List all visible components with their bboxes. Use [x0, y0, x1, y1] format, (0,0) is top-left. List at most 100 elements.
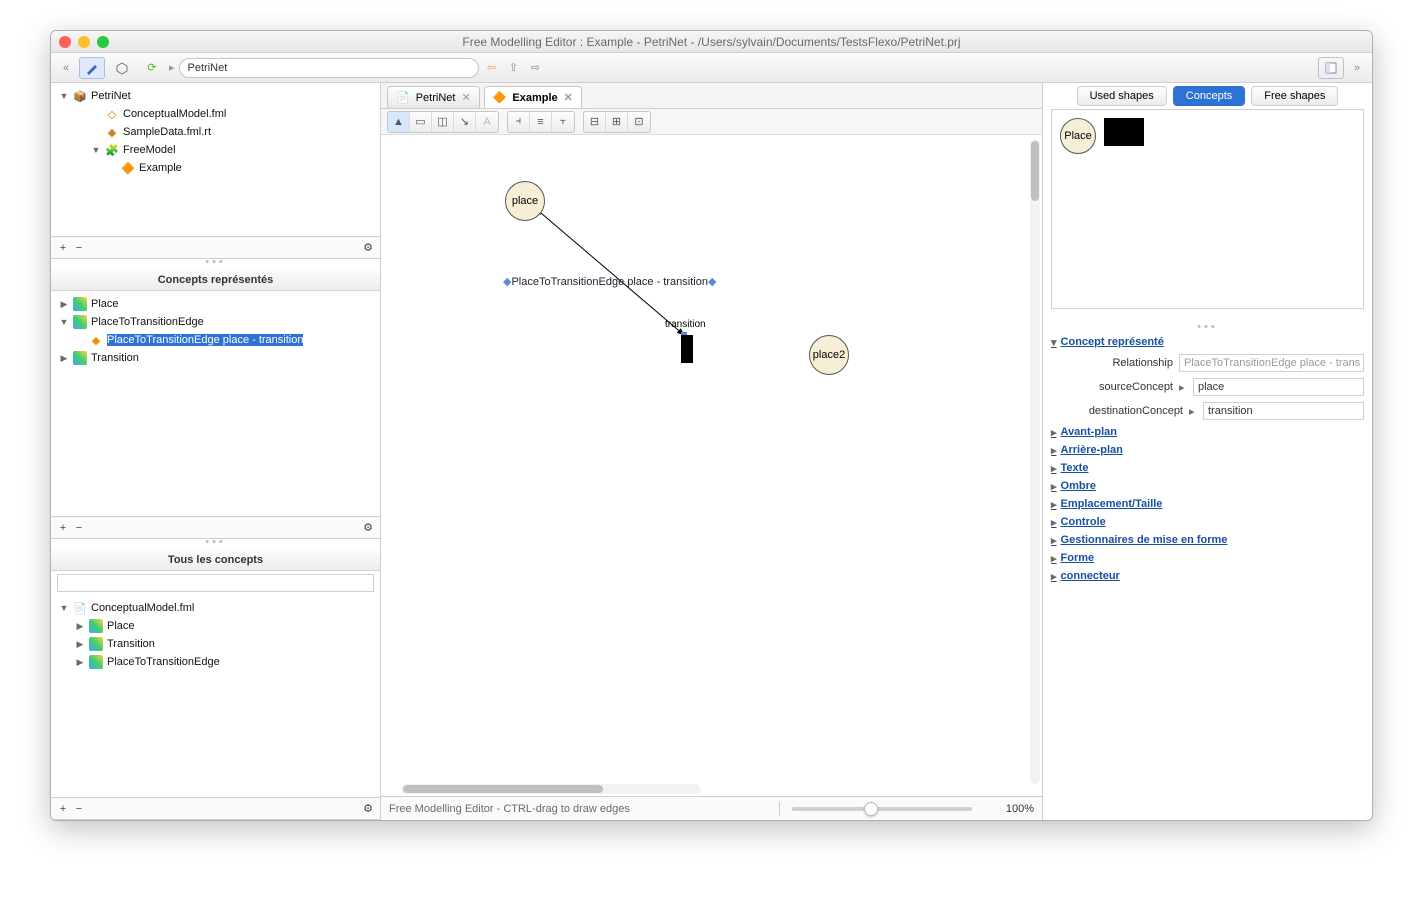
chevron-right-icon[interactable]: ▸ — [1051, 570, 1057, 583]
section-ombre[interactable]: ▸Ombre — [1051, 477, 1364, 495]
add-button[interactable]: + — [55, 242, 71, 254]
nav-forward-button[interactable]: ⇨ — [527, 59, 545, 77]
project-tree-body[interactable]: ▼ 📦 PetriNet ◇ConceptualModel.fml ◆Sampl… — [51, 83, 380, 237]
chevron-right-icon[interactable]: ▸ — [1179, 381, 1187, 394]
node-place[interactable]: place — [505, 181, 545, 221]
rect-select-tool-button[interactable]: ▭ — [410, 112, 432, 132]
concept-row-place[interactable]: ▶Place — [55, 295, 376, 313]
chevron-right-icon[interactable]: ▶ — [75, 621, 85, 632]
tree-row-freemodel[interactable]: ▼🧩FreeModel — [55, 141, 376, 159]
relationship-field[interactable]: PlaceToTransitionEdge place - trans — [1179, 354, 1364, 372]
source-concept-field[interactable]: place — [1193, 378, 1364, 396]
panel-grip[interactable]: ••• — [51, 539, 380, 549]
concept-row-edge-instance[interactable]: PlaceToTransitionEdge place - transition — [55, 331, 376, 349]
section-forme[interactable]: ▸Forme — [1051, 549, 1364, 567]
horizontal-scrollbar[interactable] — [401, 784, 701, 794]
remove-button[interactable]: − — [71, 522, 87, 534]
palette-tab-free[interactable]: Free shapes — [1251, 86, 1338, 106]
chevron-right-icon[interactable]: ▶ — [59, 353, 69, 364]
chevron-down-icon[interactable]: ▼ — [59, 317, 69, 327]
section-texte[interactable]: ▸Texte — [1051, 459, 1364, 477]
chevron-right-icon[interactable]: ▸ — [1189, 405, 1197, 418]
palette-tab-concepts[interactable]: Concepts — [1173, 86, 1245, 106]
tree-row[interactable]: ◆SampleData.fml.rt — [55, 123, 376, 141]
concept-row-edge[interactable]: ▼PlaceToTransitionEdge — [55, 313, 376, 331]
concept-row[interactable]: ▶PlaceToTransitionEdge — [55, 653, 376, 671]
chevron-right-icon[interactable]: ▸ — [1051, 498, 1057, 511]
chevron-right-icon[interactable]: ▸ — [1051, 552, 1057, 565]
tab-petrinet[interactable]: 📄 PetriNet ✕ — [387, 86, 480, 108]
edge-label[interactable]: ◆PlaceToTransitionEdge place - transitio… — [503, 275, 716, 288]
chevron-right-icon[interactable]: ▸ — [1051, 444, 1057, 457]
tree-row[interactable]: ◇ConceptualModel.fml — [55, 105, 376, 123]
tree-row-project[interactable]: ▼ 📦 PetriNet — [55, 87, 376, 105]
section-connecteur[interactable]: ▸connecteur — [1051, 567, 1364, 585]
chevron-right-icon[interactable]: ▶ — [75, 639, 85, 650]
breadcrumb-field[interactable]: PetriNet — [179, 58, 479, 78]
concept-row[interactable]: ▶Place — [55, 617, 376, 635]
panel-grip[interactable]: ••• — [51, 259, 380, 269]
palette-item-place[interactable]: Place — [1060, 118, 1096, 154]
zoom-window-button[interactable] — [97, 36, 109, 48]
marquee-tool-button[interactable]: ◫ — [432, 112, 454, 132]
chevron-down-icon[interactable]: ▼ — [91, 145, 101, 155]
expand-right-button[interactable]: » — [1348, 59, 1366, 77]
all-concepts-body[interactable]: ▼📄ConceptualModel.fml ▶Place ▶Transition… — [51, 595, 380, 798]
gear-icon[interactable]: ⚙ — [360, 521, 376, 534]
palette-item-transition[interactable] — [1104, 118, 1144, 146]
concepts-search-input[interactable] — [57, 574, 374, 592]
vertical-scrollbar[interactable] — [1030, 139, 1040, 784]
node-transition[interactable] — [681, 335, 693, 363]
chevron-right-icon[interactable]: ▸ — [1051, 516, 1057, 529]
distribute-v-button[interactable]: ⊡ — [628, 112, 650, 132]
chevron-right-icon[interactable]: ▸ — [1051, 426, 1057, 439]
diagram-canvas[interactable]: place transition place2 ◆PlaceToTransiti… — [381, 135, 1042, 796]
properties-grip[interactable]: ••• — [1043, 321, 1372, 331]
section-arriere-plan[interactable]: ▸Arrière-plan — [1051, 441, 1364, 459]
destination-concept-field[interactable]: transition — [1203, 402, 1364, 420]
box-tool-icon[interactable] — [109, 57, 135, 79]
tab-example[interactable]: 🔶 Example ✕ — [484, 86, 582, 108]
concept-model-root[interactable]: ▼📄ConceptualModel.fml — [55, 599, 376, 617]
canvas-viewport[interactable]: place transition place2 ◆PlaceToTransiti… — [381, 135, 1042, 796]
distribute-h-button[interactable]: ⊟ — [584, 112, 606, 132]
minimize-window-button[interactable] — [78, 36, 90, 48]
represented-concepts-body[interactable]: ▶Place ▼PlaceToTransitionEdge PlaceToTra… — [51, 291, 380, 517]
chevron-right-icon[interactable]: ▸ — [1051, 534, 1057, 547]
nav-up-button[interactable]: ⇧ — [505, 59, 523, 77]
slider-knob[interactable] — [864, 802, 878, 816]
perspective-icon[interactable] — [1318, 57, 1344, 79]
chevron-down-icon[interactable]: ▼ — [59, 91, 69, 101]
text-tool-button[interactable]: A — [476, 112, 498, 132]
align-right-button[interactable]: ⫟ — [552, 112, 574, 132]
palette-body[interactable]: Place — [1051, 109, 1364, 309]
section-controle[interactable]: ▸Controle — [1051, 513, 1364, 531]
section-avant-plan[interactable]: ▸Avant-plan — [1051, 423, 1364, 441]
section-mise-en-forme[interactable]: ▸Gestionnaires de mise en forme — [1051, 531, 1364, 549]
pointer-tool-button[interactable]: ▲ — [388, 112, 410, 132]
distribute-center-button[interactable]: ⊞ — [606, 112, 628, 132]
palette-tab-used[interactable]: Used shapes — [1077, 86, 1167, 106]
chevron-right-icon[interactable]: ▸ — [1051, 480, 1057, 493]
collapse-sidebar-button[interactable]: « — [57, 59, 75, 77]
concept-row[interactable]: ▶Transition — [55, 635, 376, 653]
chevron-down-icon[interactable]: ▾ — [1051, 336, 1057, 349]
scrollbar-thumb[interactable] — [403, 785, 603, 793]
remove-button[interactable]: − — [71, 803, 87, 815]
section-emplacement[interactable]: ▸Emplacement/Taille — [1051, 495, 1364, 513]
chevron-right-icon[interactable]: ▸ — [1051, 462, 1057, 475]
align-center-button[interactable]: ≡ — [530, 112, 552, 132]
remove-button[interactable]: − — [71, 242, 87, 254]
gear-icon[interactable]: ⚙ — [360, 241, 376, 254]
gear-icon[interactable]: ⚙ — [360, 802, 376, 815]
add-button[interactable]: + — [55, 803, 71, 815]
chevron-right-icon[interactable]: ▶ — [59, 299, 69, 310]
close-tab-icon[interactable]: ✕ — [461, 91, 470, 104]
zoom-slider[interactable] — [792, 807, 972, 811]
section-concept-represente[interactable]: ▾Concept représenté — [1051, 333, 1364, 351]
close-tab-icon[interactable]: ✕ — [564, 91, 573, 104]
add-button[interactable]: + — [55, 522, 71, 534]
node-place2[interactable]: place2 — [809, 335, 849, 375]
close-window-button[interactable] — [59, 36, 71, 48]
tree-row-example[interactable]: 🔶Example — [55, 159, 376, 177]
